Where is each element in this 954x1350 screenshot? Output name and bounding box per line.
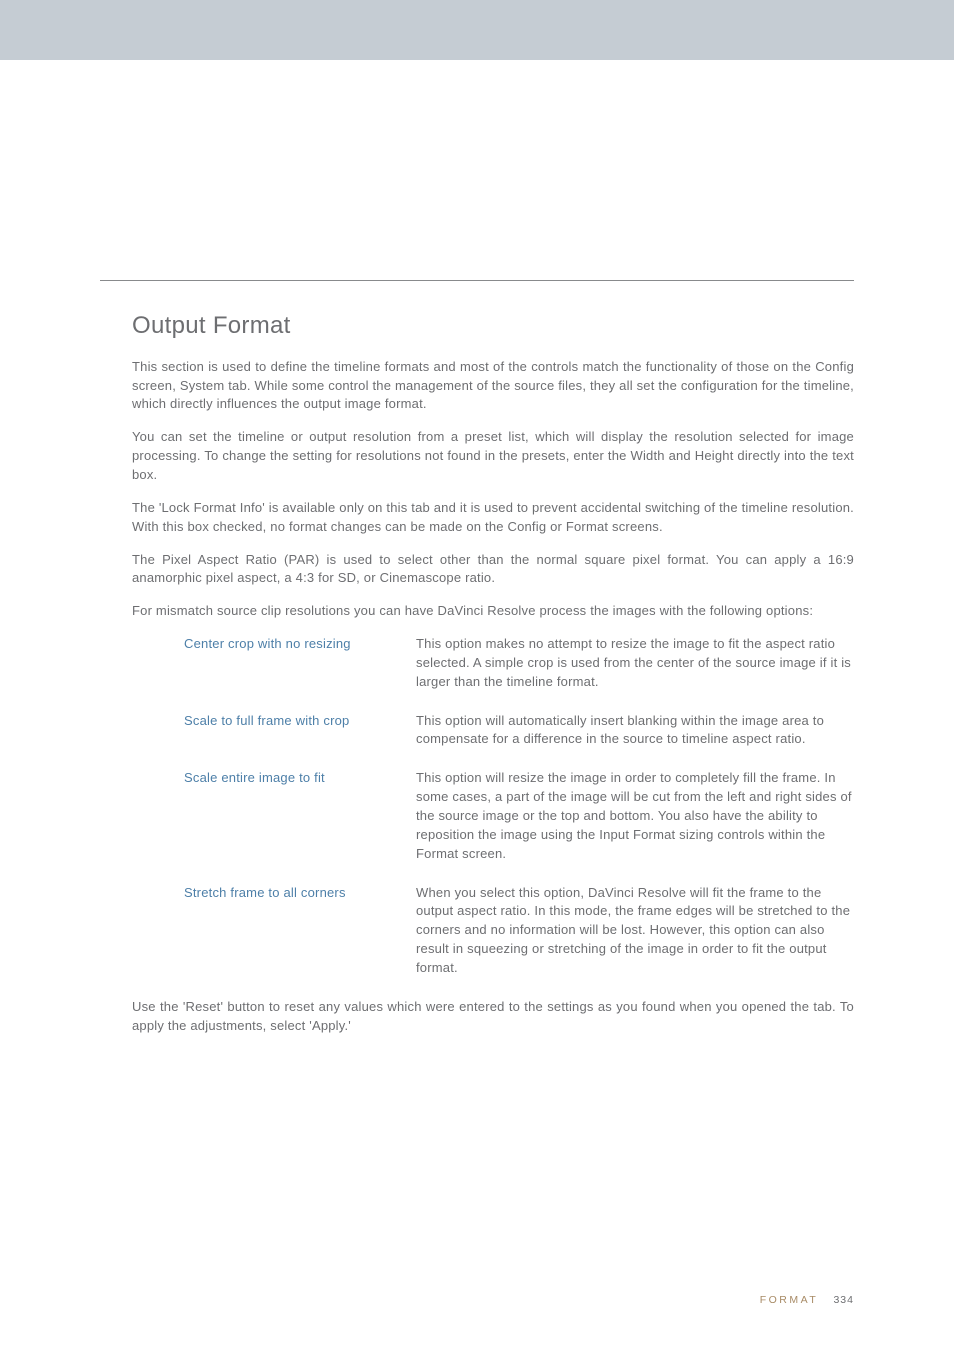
horizontal-rule <box>100 280 854 281</box>
option-desc: When you select this option, DaVinci Res… <box>416 884 854 978</box>
option-desc: This option will resize the image in ord… <box>416 769 854 863</box>
paragraph: Use the 'Reset' button to reset any valu… <box>132 998 854 1036</box>
header-bar <box>0 0 954 60</box>
page-footer: FORMAT 334 <box>760 1293 854 1308</box>
paragraph: For mismatch source clip resolutions you… <box>132 602 854 621</box>
section-title: Output Format <box>132 309 854 344</box>
option-desc: This option makes no attempt to resize t… <box>416 635 854 692</box>
paragraph: The 'Lock Format Info' is available only… <box>132 499 854 537</box>
options-list: Center crop with no resizing This option… <box>184 635 854 978</box>
page-content: Output Format This section is used to de… <box>0 280 954 1035</box>
option-term: Scale to full frame with crop <box>184 712 392 750</box>
option-row: Scale entire image to fit This option wi… <box>184 769 854 863</box>
option-row: Stretch frame to all corners When you se… <box>184 884 854 978</box>
option-row: Scale to full frame with crop This optio… <box>184 712 854 750</box>
footer-section-label: FORMAT <box>760 1294 818 1306</box>
option-desc: This option will automatically insert bl… <box>416 712 854 750</box>
option-term: Scale entire image to fit <box>184 769 392 863</box>
paragraph: The Pixel Aspect Ratio (PAR) is used to … <box>132 551 854 589</box>
option-term: Center crop with no resizing <box>184 635 392 692</box>
option-row: Center crop with no resizing This option… <box>184 635 854 692</box>
paragraph: You can set the timeline or output resol… <box>132 428 854 485</box>
footer-page-number: 334 <box>833 1294 854 1306</box>
content-column: Output Format This section is used to de… <box>132 309 854 1035</box>
paragraph: This section is used to define the timel… <box>132 358 854 415</box>
option-term: Stretch frame to all corners <box>184 884 392 978</box>
